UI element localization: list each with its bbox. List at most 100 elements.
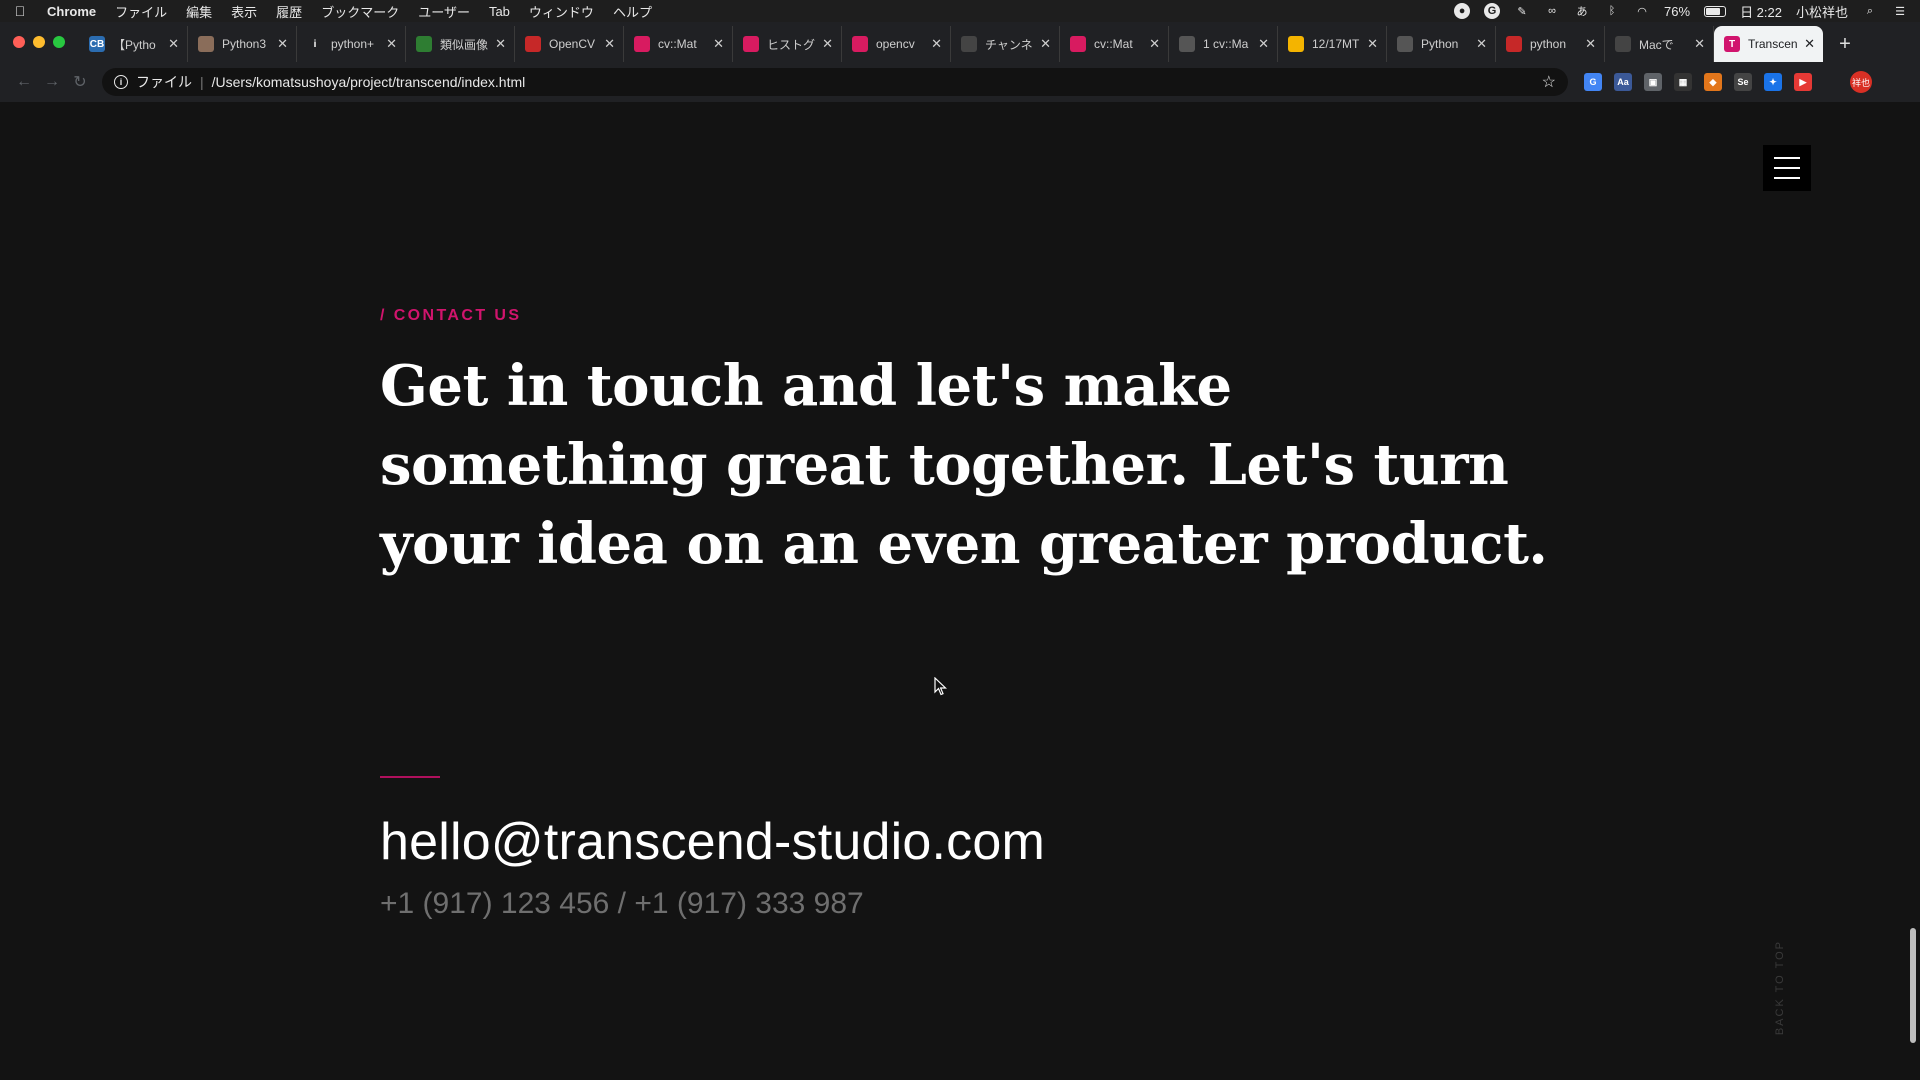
bookmark-star-icon[interactable]: ☆ [1542,72,1556,92]
tab-title: cv::Mat [658,37,697,51]
translate-extension-icon[interactable]: G [1584,73,1602,91]
app-menu[interactable]: Chrome [47,4,96,19]
menu-file[interactable]: ファイル [115,2,167,21]
qiita-icon [852,36,868,52]
browser-tab[interactable]: Python3 ✕ [188,26,297,62]
close-tab-icon[interactable]: ✕ [1804,36,1815,52]
menu-people[interactable]: ユーザー [418,2,470,21]
apple-menu-icon[interactable]:  [12,3,28,19]
browser-tab[interactable]: cv::Mat ✕ [1060,26,1169,62]
menu-window[interactable]: ウィンドウ [529,2,594,21]
transcend-icon: T [1724,36,1740,52]
contact-phone-numbers: +1 (917) 123 456 / +1 (917) 333 987 [380,887,864,920]
address-bar[interactable]: i ファイル | /Users/komatsushoya/project/tra… [102,68,1568,96]
close-window-button[interactable] [13,36,25,48]
browser-tab[interactable]: CB 【Pytho ✕ [79,26,188,62]
close-tab-icon[interactable]: ✕ [1694,36,1705,52]
reload-icon[interactable]: ↻ [66,72,94,92]
grammarly-icon[interactable]: G [1484,3,1501,19]
browser-tab[interactable]: 1 cv::Ma ✕ [1169,26,1278,62]
menu-hamburger-button[interactable] [1763,145,1811,191]
puzzle-extension-icon[interactable]: ✦ [1764,73,1782,91]
browser-tab[interactable]: チャンネ ✕ [951,26,1060,62]
qiita-icon [1070,36,1086,52]
browser-tab[interactable]: OpenCV ✕ [515,26,624,62]
menu-edit[interactable]: 編集 [186,2,212,21]
input-method-icon[interactable]: あ [1574,3,1590,19]
globe-icon [1179,36,1195,52]
browser-tab[interactable]: opencv ✕ [842,26,951,62]
close-tab-icon[interactable]: ✕ [1040,36,1051,52]
evernote-icon[interactable]: ✎ [1514,3,1530,19]
selenium-extension-icon[interactable]: Se [1734,73,1752,91]
tab-title: Python3 [222,37,267,51]
battery-percent: 76% [1664,3,1691,19]
browser-tab[interactable]: Python ✕ [1387,26,1496,62]
clock[interactable]: 日 2:22 [1740,2,1782,21]
minimize-window-button[interactable] [33,36,45,48]
apple-icon [1615,36,1631,52]
close-tab-icon[interactable]: ✕ [168,36,179,52]
accent-divider [380,776,440,778]
browser-tab[interactable]: python ✕ [1496,26,1605,62]
contact-email-link[interactable]: hello@transcend-studio.com [380,812,1045,872]
close-tab-icon[interactable]: ✕ [604,36,615,52]
new-tab-button[interactable]: + [1831,30,1859,58]
close-tab-icon[interactable]: ✕ [1476,36,1487,52]
browser-tab[interactable]: cv::Mat ✕ [624,26,733,62]
slides-icon [1288,36,1304,52]
close-tab-icon[interactable]: ✕ [713,36,724,52]
browser-tab[interactable]: 12/17MT ✕ [1278,26,1387,62]
browser-tab[interactable]: 類似画像 ✕ [406,26,515,62]
spotlight-search-icon[interactable]: ⌕ [1862,3,1878,19]
browser-tab[interactable]: T Transcen ✕ [1714,26,1823,62]
dictionary-extension-icon[interactable]: Aa [1614,73,1632,91]
close-tab-icon[interactable]: ✕ [1258,36,1269,52]
back-to-top-link[interactable]: BACK TO TOP [1774,940,1786,1035]
tab-title: Python [1421,37,1459,51]
menu-view[interactable]: 表示 [231,2,257,21]
close-tab-icon[interactable]: ✕ [495,36,506,52]
contact-headline: Get in touch and let's make something gr… [380,353,1548,577]
menu-bookmarks[interactable]: ブックマーク [321,2,399,21]
close-tab-icon[interactable]: ✕ [386,36,397,52]
tab-title: 12/17MT [1312,37,1360,51]
tab-title: python+ [331,37,375,51]
metamask-extension-icon[interactable]: ◆ [1704,73,1722,91]
browser-tab[interactable]: ヒストグ ✕ [733,26,842,62]
tab-title: python [1530,37,1567,51]
close-tab-icon[interactable]: ✕ [1585,36,1596,52]
notification-center-icon[interactable]: ☰ [1892,3,1908,19]
screenshot-extension-icon[interactable]: ▣ [1644,73,1662,91]
wifi-icon[interactable]: ◠ [1634,3,1650,19]
close-tab-icon[interactable]: ✕ [822,36,833,52]
video-extension-icon[interactable]: ▶ [1794,73,1812,91]
section-eyebrow: / CONTACT US [380,307,522,324]
browser-tab[interactable]: Macで ✕ [1605,26,1714,62]
close-tab-icon[interactable]: ✕ [1367,36,1378,52]
menu-tab[interactable]: Tab [489,4,510,19]
close-tab-icon[interactable]: ✕ [931,36,942,52]
forward-arrow-icon[interactable]: → [38,73,66,91]
creative-cloud-icon[interactable]: ∞ [1544,3,1560,19]
menu-history[interactable]: 履歴 [276,2,302,21]
page-scrollbar[interactable] [1910,928,1916,1043]
qr-extension-icon[interactable]: ▦ [1674,73,1692,91]
zoom-window-button[interactable] [53,36,65,48]
site-info-icon[interactable]: i [114,75,128,89]
tab-list: CB 【Pytho ✕ Python3 ✕ i python+ ✕ 類似画像 ✕ OpenCV ✕ cv… [79,26,1823,62]
browser-tab[interactable]: i python+ ✕ [297,26,406,62]
tab-title: 1 cv::Ma [1203,37,1249,51]
record-icon[interactable]: ● [1454,3,1471,19]
close-tab-icon[interactable]: ✕ [277,36,288,52]
user-name[interactable]: 小松祥也 [1796,2,1848,21]
battery-icon[interactable] [1704,5,1727,17]
bluetooth-icon[interactable]: ᛒ [1604,3,1620,19]
qiita-icon [743,36,759,52]
back-arrow-icon[interactable]: ← [10,73,38,91]
close-tab-icon[interactable]: ✕ [1149,36,1160,52]
address-url[interactable]: /Users/komatsushoya/project/transcend/in… [212,74,1542,90]
menu-help[interactable]: ヘルプ [613,2,652,21]
profile-avatar-icon[interactable]: 祥也 [1850,71,1872,93]
bird-icon [961,36,977,52]
